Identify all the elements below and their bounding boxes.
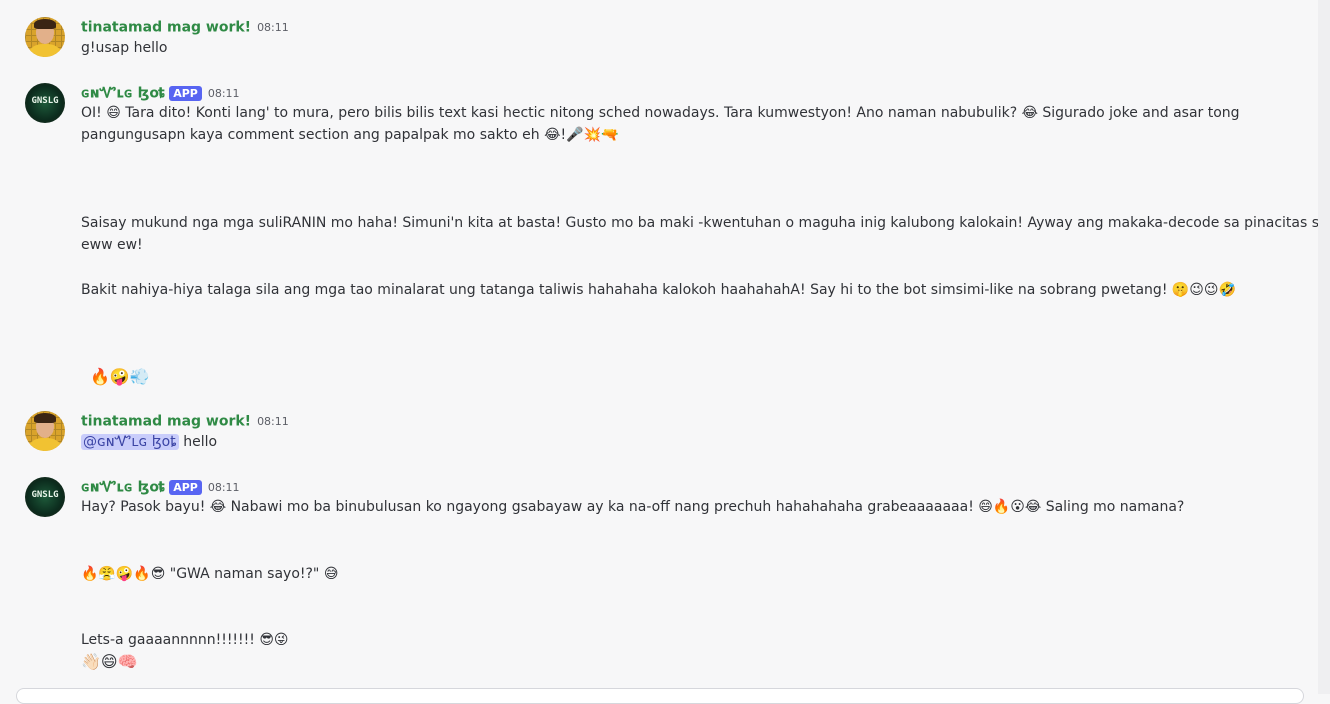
username[interactable]: ɢɴᏉʟɢ ɮօȶ xyxy=(81,480,165,496)
user-mention[interactable]: @ɢɴᏉʟɢ ɮօȶ xyxy=(81,434,179,450)
message-header: tinatamad mag work! 08:11 xyxy=(81,17,289,37)
timestamp[interactable]: 08:11 xyxy=(208,87,240,100)
message-text: Hay? Pasok bayu! 😂 Nabawi mo ba binubulu… xyxy=(81,499,1185,515)
message-text: OI! 😄 Tara dito! Konti lang' to mura, pe… xyxy=(81,105,1240,121)
message-header: tinatamad mag work! 08:11 xyxy=(81,411,289,431)
message-emoji: 🔥🤪💨 xyxy=(90,367,150,386)
message-text: 🔥😤🤪🔥😎 "GWA naman sayo!?" 😅 xyxy=(81,566,339,582)
message-text: Saisay mukund nga mga suliRANIN mo haha!… xyxy=(81,215,1330,231)
message-text: @ɢɴᏉʟɢ ɮօȶ hello xyxy=(81,431,217,453)
timestamp[interactable]: 08:11 xyxy=(257,415,289,428)
message-header: ɢɴᏉʟɢ ɮօȶ APP 08:11 xyxy=(81,477,240,497)
message-text: Lets-a gaaaannnnn!!!!!!! 😎😜 xyxy=(81,632,289,648)
scrollbar[interactable] xyxy=(1318,0,1330,694)
username[interactable]: tinatamad mag work! xyxy=(81,414,251,430)
timestamp[interactable]: 08:11 xyxy=(208,481,240,494)
message-emoji: 👋🏻😄🧠 xyxy=(81,652,138,671)
message-header: ɢɴᏉʟɢ ɮօȶ APP 08:11 xyxy=(81,83,240,103)
app-badge: APP xyxy=(169,480,202,495)
avatar[interactable] xyxy=(25,17,65,57)
message-text: pangungusapn kaya comment section ang pa… xyxy=(81,127,619,143)
message-input-box[interactable] xyxy=(16,688,1304,704)
avatar[interactable] xyxy=(25,411,65,451)
app-badge: APP xyxy=(169,86,202,101)
avatar[interactable]: GNSLG xyxy=(25,477,65,517)
message-text-after-mention: hello xyxy=(178,434,218,450)
chat-messages: tinatamad mag work! 08:11 g!usap hello GN… xyxy=(0,0,1330,704)
message-text: eww ew! xyxy=(81,237,143,253)
message-text: Bakit nahiya-hiya talaga sila ang mga ta… xyxy=(81,282,1236,298)
timestamp[interactable]: 08:11 xyxy=(257,21,289,34)
username[interactable]: tinatamad mag work! xyxy=(81,20,251,36)
message-text: g!usap hello xyxy=(81,40,168,56)
avatar[interactable]: GNSLG xyxy=(25,83,65,123)
username[interactable]: ɢɴᏉʟɢ ɮօȶ xyxy=(81,86,165,102)
